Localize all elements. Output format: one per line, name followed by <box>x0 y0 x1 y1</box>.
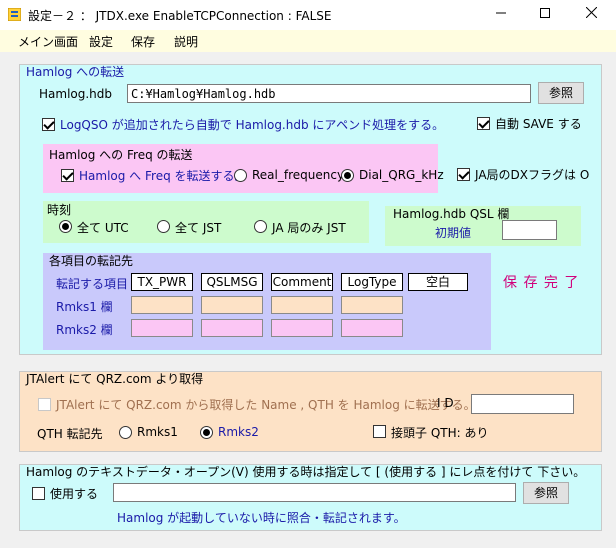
menu-save[interactable]: 保存 <box>131 33 155 50</box>
field-item-comment[interactable]: Comment <box>271 273 333 291</box>
textdata-note: Hamlog が起動していない時に照合・転記されます。 <box>117 511 406 525</box>
jtalert-id-label: I D <box>437 396 454 410</box>
textdata-title: Hamlog のテキストデータ・オープン(V) 使用する時は指定して [ (使用… <box>26 465 586 479</box>
time-jst-label: 全て JST <box>175 221 222 235</box>
dial-qrg-label: Dial_QRG_kHz <box>359 168 444 182</box>
qth-rmks2-label: Rmks2 <box>218 425 259 439</box>
window-title: 設定－２ ： JTDX.exe EnableTCPConnection : FA… <box>28 9 332 23</box>
jtalert-id-input[interactable] <box>471 394 574 414</box>
rmks1-cell-logtype[interactable] <box>341 296 403 314</box>
ja-dx-flag-label: JA局のDXフラグは O <box>475 168 590 182</box>
jtalert-title: JTAlert にて QRZ.com より取得 <box>26 372 204 386</box>
rmks1-label: Rmks1 欄 <box>56 300 113 314</box>
textdata-use-checkbox[interactable] <box>32 487 45 500</box>
rmks2-cell-tx-pwr[interactable] <box>131 319 193 337</box>
rmks2-label: Rmks2 欄 <box>56 323 113 337</box>
close-icon <box>585 6 597 19</box>
qth-rmks1-radio[interactable] <box>119 426 132 439</box>
maximize-button[interactable] <box>522 0 568 30</box>
real-frequency-label: Real_frequency <box>252 168 345 182</box>
real-frequency-radio[interactable] <box>234 169 247 182</box>
hdb-label: Hamlog.hdb <box>39 87 113 101</box>
logqso-auto-append-label: LogQSO が追加されたら自動で Hamlog.hdb にアペンド処理をする。 <box>60 118 445 132</box>
app-icon <box>8 8 21 21</box>
textdata-path-input[interactable] <box>113 483 516 502</box>
time-utc-radio[interactable] <box>59 220 72 233</box>
time-jst-radio[interactable] <box>157 220 170 233</box>
hdb-browse-button[interactable]: 参照 <box>538 82 584 104</box>
rmks2-cell-qslmsg[interactable] <box>201 319 263 337</box>
freq-transfer-title: Hamlog への Freq の転送 <box>49 148 193 162</box>
time-utc-label: 全て UTC <box>77 221 129 235</box>
time-ja-jst-radio[interactable] <box>254 220 267 233</box>
qsl-initial-label: 初期値 <box>435 226 472 240</box>
time-ja-jst-label: JA 局のみ JST <box>272 221 346 235</box>
minimize-button[interactable] <box>478 0 524 30</box>
rmks1-cell-comment[interactable] <box>271 296 333 314</box>
freq-transfer-checkbox[interactable] <box>61 169 74 182</box>
qsl-title: Hamlog.hdb QSL 欄 <box>393 207 510 221</box>
field-item-blank[interactable]: 空白 <box>408 273 468 291</box>
auto-save-checkbox[interactable] <box>477 117 490 130</box>
rmks2-cell-logtype[interactable] <box>341 319 403 337</box>
dial-qrg-radio[interactable] <box>341 169 354 182</box>
menu-help[interactable]: 説明 <box>174 33 198 50</box>
save-done-status: 保 存 完 了 <box>503 275 580 291</box>
qth-prefix-label: 接頭子 QTH: あり <box>391 426 489 440</box>
time-title: 時刻 <box>47 203 72 217</box>
rmks1-cell-tx-pwr[interactable] <box>131 296 193 314</box>
menu-settings[interactable]: 設定 <box>89 33 113 50</box>
freq-transfer-label: Hamlog へ Freq を転送する。 <box>79 169 247 183</box>
qth-rmks2-radio[interactable] <box>200 426 213 439</box>
textdata-use-label: 使用する <box>50 487 99 501</box>
qsl-initial-input[interactable] <box>502 220 557 240</box>
title-bar: 設定－２ ： JTDX.exe EnableTCPConnection : FA… <box>0 0 616 31</box>
textdata-browse-button[interactable]: 参照 <box>523 482 569 504</box>
ja-dx-flag-checkbox[interactable] <box>457 168 470 181</box>
menu-bar: メイン画面 設定 保存 説明 <box>0 30 616 52</box>
rmks1-cell-qslmsg[interactable] <box>201 296 263 314</box>
close-button[interactable] <box>568 0 614 30</box>
field-item-logtype[interactable]: LogType <box>341 273 403 291</box>
jtalert-transfer-label: JTAlert にて QRZ.com から取得した Name , QTH を H… <box>56 398 476 412</box>
auto-save-label: 自動 SAVE する <box>495 117 582 131</box>
transfer-items-label: 転記する項目 <box>56 277 129 291</box>
menu-main-screen[interactable]: メイン画面 <box>18 33 78 50</box>
field-item-qslmsg[interactable]: QSLMSG <box>201 273 263 291</box>
field-mapping-title: 各項目の転記先 <box>49 254 134 268</box>
qth-prefix-checkbox[interactable] <box>373 425 386 438</box>
field-item-tx-pwr[interactable]: TX_PWR <box>131 273 193 291</box>
hdb-path-input[interactable] <box>127 84 531 103</box>
rmks2-cell-comment[interactable] <box>271 319 333 337</box>
minimize-icon <box>496 12 506 14</box>
qth-target-label: QTH 転記先 <box>37 427 103 441</box>
jtalert-transfer-checkbox[interactable] <box>38 398 51 411</box>
maximize-icon <box>540 8 550 18</box>
logqso-auto-append-checkbox[interactable] <box>42 118 55 131</box>
qth-rmks1-label: Rmks1 <box>137 425 178 439</box>
hamlog-transfer-title: Hamlog への転送 <box>26 65 125 79</box>
